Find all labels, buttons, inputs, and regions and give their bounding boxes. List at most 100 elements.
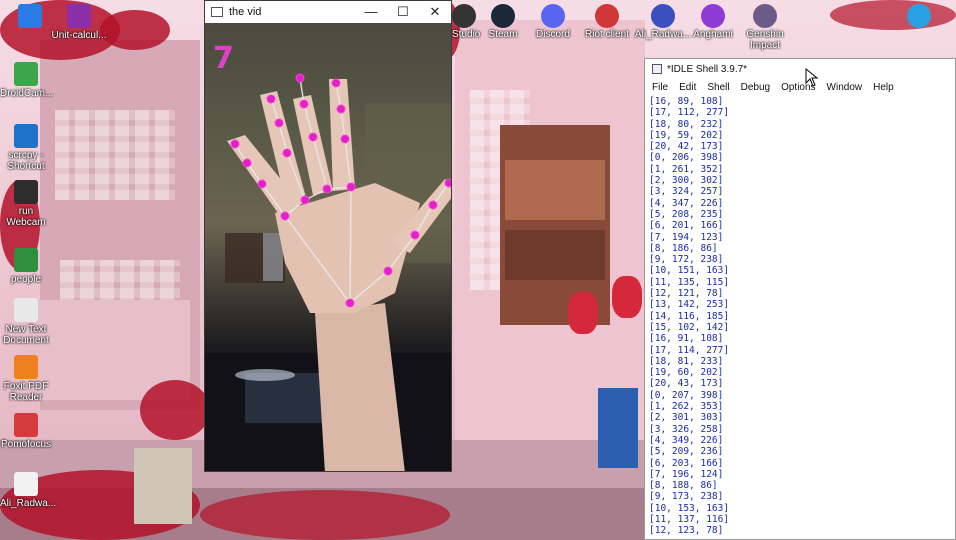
output-line: [7, 196, 124] [649, 468, 724, 480]
output-line: [18, 80, 232] [649, 118, 724, 130]
foxit-icon [14, 355, 38, 379]
desktop-icon[interactable]: run Webcam [0, 180, 52, 228]
discord-icon [541, 4, 565, 28]
output-line: [4, 347, 226] [649, 197, 724, 209]
output-line: [5, 209, 236] [649, 446, 724, 458]
desktop-icon[interactable]: Genshin Impact [736, 4, 794, 51]
minimize-button[interactable]: — [355, 4, 387, 20]
scrcpy-icon [14, 124, 38, 148]
output-line: [16, 89, 108] [649, 96, 724, 107]
output-line: [6, 201, 166] [649, 220, 724, 232]
desktop-icon-label: Genshin Impact [746, 29, 784, 51]
desktop-icon-label: DroidCam... [0, 88, 54, 99]
desktop-icon-label: Ali_Radwa... [0, 498, 57, 509]
desktop-icon[interactable]: Studio [452, 4, 481, 40]
output-line: [12, 121, 78] [649, 288, 724, 300]
desktop-icon-label: Foxit PDF Reader [3, 381, 49, 403]
menu-edit[interactable]: Edit [679, 82, 700, 93]
desktop-icon-label: Unit-calcul... [51, 30, 107, 41]
droidcam-icon [14, 62, 38, 86]
output-line: [1, 261, 352] [649, 163, 724, 175]
desktop-icon[interactable]: Unit-calcul... [46, 4, 112, 41]
desktop-icon[interactable] [890, 4, 948, 29]
desktop-icon[interactable]: Pomofocus [0, 413, 52, 450]
output-line: [5, 208, 235] [649, 208, 724, 220]
video-window-title: the vid [229, 6, 262, 18]
output-line: [20, 43, 173] [649, 378, 724, 390]
idle-shell-window[interactable]: *IDLE Shell 3.9.7* File Edit Shell Debug Opt… [644, 58, 956, 540]
output-line: [9, 173, 238] [649, 491, 724, 503]
genshin-icon [753, 4, 777, 28]
output-line: [9, 172, 238] [649, 254, 724, 266]
folder-icon [18, 4, 42, 28]
riot-icon [595, 4, 619, 28]
desktop-icon-label: run Webcam [6, 206, 46, 228]
output-line: [19, 60, 202] [649, 367, 724, 379]
output-line: [12, 123, 78] [649, 525, 724, 537]
idle-window-title: *IDLE Shell 3.9.7* [667, 63, 748, 75]
idle-titlebar[interactable]: *IDLE Shell 3.9.7* [645, 59, 955, 79]
winrar-icon [67, 4, 91, 28]
desktop-icon[interactable]: people [0, 248, 52, 285]
output-line: [3, 324, 257] [649, 186, 724, 198]
desktop-icon-label: Discord [536, 29, 570, 40]
menu-help[interactable]: Help [873, 82, 898, 93]
desktop-icon[interactable]: scrcpy - Shortcut [0, 124, 52, 172]
document-icon [14, 472, 38, 496]
desktop-icon-label: Pomofocus [0, 439, 52, 450]
desktop-icon-label: Studio [452, 29, 481, 40]
desktop-icon-label: Riot client [585, 29, 629, 40]
webcam-icon [14, 180, 38, 204]
output-line: [20, 42, 173] [649, 141, 724, 153]
text-document-icon [14, 298, 38, 322]
video-window[interactable]: the vid — ☐ ✕ 7 [204, 0, 452, 472]
menu-shell[interactable]: Shell [707, 82, 733, 93]
idle-output[interactable]: [16, 89, 108] [17, 112, 277] [18, 80, 232]… [649, 96, 955, 539]
steam-icon [491, 4, 515, 28]
output-line: [19, 59, 202] [649, 129, 724, 141]
desktop-icon[interactable]: Riot client [578, 4, 636, 40]
output-line: [18, 81, 233] [649, 355, 724, 367]
output-line: [17, 114, 277] [649, 344, 730, 356]
pomofocus-icon [14, 413, 38, 437]
idle-menubar: File Edit Shell Debug Options Window Help [645, 79, 955, 95]
desktop-icon[interactable]: New Text Document [0, 298, 52, 346]
output-line: [8, 186, 86] [649, 242, 718, 254]
desktop-icon-label: scrcpy - Shortcut [7, 150, 45, 172]
video-frame: 7 [205, 23, 451, 471]
output-line: [2, 301, 303] [649, 412, 724, 424]
output-line: [6, 203, 166] [649, 457, 724, 469]
desktop-icon-label: Anghami [693, 29, 733, 40]
close-button[interactable]: ✕ [419, 4, 451, 20]
output-line: [8, 188, 86] [649, 480, 718, 492]
output-line: [3, 326, 258] [649, 423, 724, 435]
output-line: [11, 135, 115] [649, 276, 730, 288]
menu-window[interactable]: Window [827, 82, 867, 93]
output-line: [16, 91, 108] [649, 333, 724, 345]
desktop-icon[interactable]: Discord [524, 4, 582, 40]
pdf-icon [651, 4, 675, 28]
mouse-cursor-icon [805, 68, 819, 87]
output-line: [14, 116, 185] [649, 310, 730, 322]
desktop-icon[interactable]: Foxit PDF Reader [0, 355, 52, 403]
output-line: [0, 207, 398] [649, 389, 724, 401]
finger-count: 7 [213, 41, 234, 76]
menu-debug[interactable]: Debug [741, 82, 774, 93]
folder-icon [907, 4, 931, 28]
desktop-icon[interactable]: Ali_Radwa... [0, 472, 57, 509]
window-app-icon [211, 7, 223, 17]
output-line: [10, 153, 163] [649, 502, 730, 514]
desktop-icon[interactable]: DroidCam... [0, 62, 54, 99]
output-line: [1, 262, 353] [649, 401, 724, 413]
output-line: [4, 349, 226] [649, 434, 724, 446]
desktop-icon-label: New Text Document [3, 324, 49, 346]
maximize-button[interactable]: ☐ [387, 4, 419, 20]
desktop-icon[interactable]: Anghami [684, 4, 742, 40]
menu-file[interactable]: File [652, 82, 672, 93]
video-titlebar[interactable]: the vid — ☐ ✕ [205, 1, 451, 23]
people-icon [14, 248, 38, 272]
hand-tracking-frame [205, 73, 451, 471]
desktop-icon-label: people [10, 274, 42, 285]
output-line: [17, 112, 277] [649, 107, 730, 119]
output-line: [15, 102, 142] [649, 321, 730, 333]
